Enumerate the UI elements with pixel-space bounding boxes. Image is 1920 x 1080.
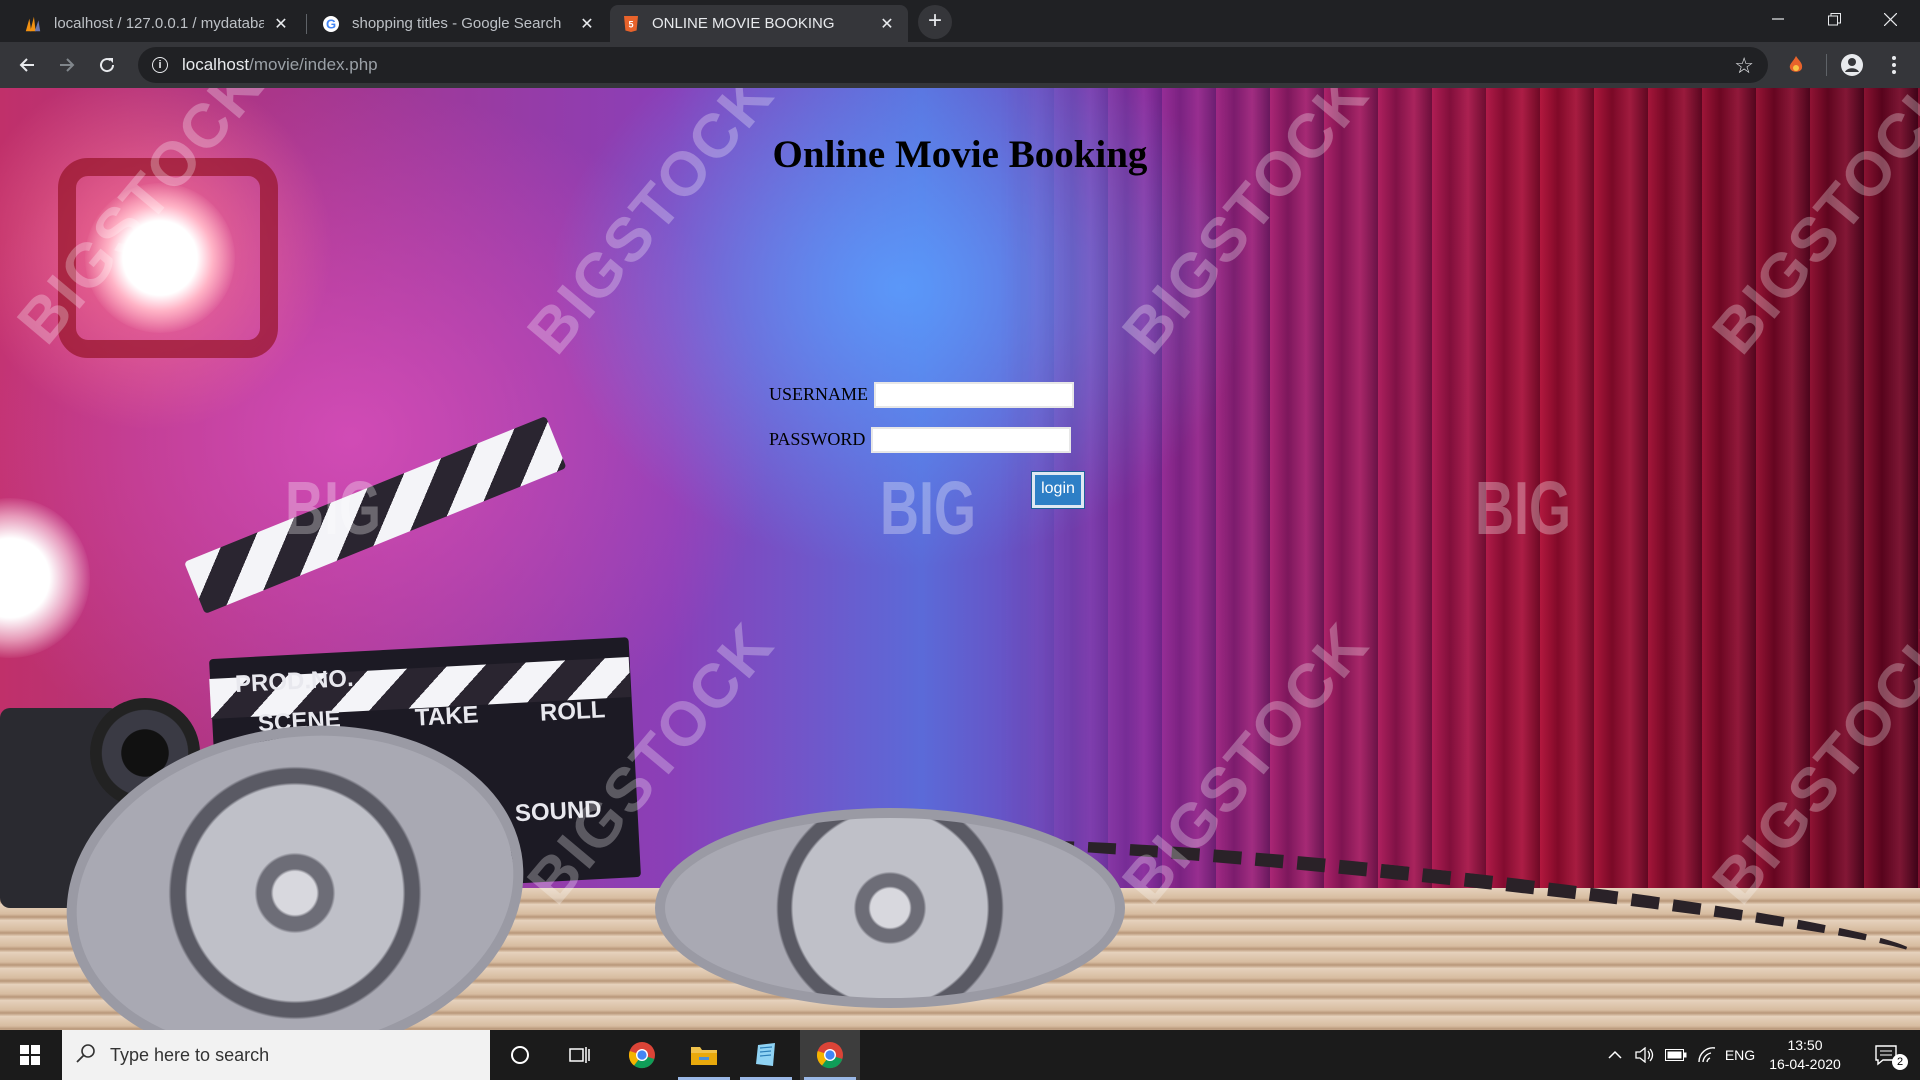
chrome-taskbar-icon[interactable] [612, 1030, 672, 1080]
tab-online-movie-booking[interactable]: 5 ONLINE MOVIE BOOKING ✕ [610, 5, 908, 42]
close-window-icon[interactable] [1862, 0, 1918, 38]
profile-avatar-icon[interactable] [1838, 51, 1866, 79]
search-placeholder: Type here to search [110, 1044, 270, 1065]
chrome-menu-icon[interactable] [1880, 51, 1908, 79]
chevron-up-icon[interactable] [1600, 1030, 1630, 1080]
file-explorer-icon[interactable] [674, 1030, 734, 1080]
clapper-take-text: TAKE [414, 701, 480, 732]
site-info-icon[interactable]: i [152, 57, 168, 73]
clock-time: 13:50 [1787, 1037, 1823, 1053]
watermark-big: BIG [285, 467, 382, 551]
battery-icon[interactable] [1660, 1030, 1692, 1080]
watermark-big: BIG [1475, 467, 1572, 551]
restore-icon[interactable] [1806, 0, 1862, 38]
tab-title: localhost / 127.0.0.1 / mydatabas [54, 15, 264, 32]
username-input[interactable] [874, 382, 1074, 408]
page-viewport: PROD.NO. SCENE TAKE ROLL SOUND BIGSTOCK … [0, 88, 1920, 1030]
chrome-active-taskbar-icon[interactable] [800, 1030, 860, 1080]
windows-taskbar: Type here to search ENG 13:50 16-04-2020… [0, 1030, 1920, 1080]
notepad-icon[interactable] [736, 1030, 796, 1080]
taskbar-search-box[interactable]: Type here to search [62, 1030, 490, 1080]
notification-count-badge: 2 [1892, 1054, 1908, 1070]
spotlight-glow-lower [0, 498, 90, 658]
browser-toolbar: i localhost/movie/index.php ☆ [0, 42, 1920, 88]
address-bar[interactable]: i localhost/movie/index.php ☆ [138, 47, 1768, 83]
tab-google-search[interactable]: G shopping titles - Google Search ✕ [310, 5, 608, 42]
windows-start-icon[interactable] [0, 1030, 60, 1080]
reload-icon[interactable] [91, 49, 123, 81]
cortana-icon[interactable] [490, 1030, 550, 1080]
phpmyadmin-icon [24, 15, 42, 33]
task-view-icon[interactable] [550, 1030, 610, 1080]
url-text: localhost/movie/index.php [182, 55, 378, 74]
svg-text:G: G [326, 16, 336, 31]
login-button[interactable]: login [1031, 471, 1085, 509]
tab-strip: localhost / 127.0.0.1 / mydatabas ✕ G sh… [0, 0, 1920, 42]
volume-icon[interactable] [1630, 1030, 1660, 1080]
language-indicator[interactable]: ENG [1722, 1030, 1758, 1080]
clock-date: 16-04-2020 [1769, 1056, 1841, 1072]
clapper-roll-text: ROLL [539, 696, 606, 727]
watermark-big: BIG [880, 467, 977, 551]
page-title: Online Movie Booking [772, 133, 1148, 176]
google-icon: G [322, 15, 340, 33]
tab-title: shopping titles - Google Search [352, 15, 562, 32]
tab-title: ONLINE MOVIE BOOKING [652, 15, 835, 32]
password-label: PASSWORD [769, 429, 866, 449]
close-tab-icon[interactable]: ✕ [878, 14, 896, 34]
wifi-icon[interactable] [1692, 1030, 1722, 1080]
toolbar-divider [1826, 54, 1827, 76]
watermark-text: BIGSTOCK [514, 88, 788, 367]
new-tab-button[interactable]: + [918, 5, 952, 39]
tab-phpmyadmin[interactable]: localhost / 127.0.0.1 / mydatabas ✕ [12, 5, 302, 42]
taskbar-clock[interactable]: 13:50 16-04-2020 [1758, 1036, 1852, 1074]
action-center-icon[interactable]: 2 [1862, 1030, 1912, 1080]
forward-arrow-icon[interactable] [51, 49, 83, 81]
search-icon [76, 1043, 96, 1068]
close-tab-icon[interactable]: ✕ [272, 14, 290, 34]
html5-icon: 5 [622, 15, 640, 33]
username-label: USERNAME [769, 384, 869, 404]
bookmark-star-icon[interactable]: ☆ [1734, 53, 1754, 79]
password-input[interactable] [871, 427, 1071, 453]
back-arrow-icon[interactable] [11, 49, 43, 81]
close-tab-icon[interactable]: ✕ [578, 14, 596, 34]
extension-flame-icon[interactable] [1782, 51, 1810, 79]
minimize-icon[interactable] [1750, 0, 1806, 38]
film-reel-right [655, 808, 1125, 1008]
tab-divider [306, 14, 307, 34]
svg-text:5: 5 [628, 19, 633, 29]
